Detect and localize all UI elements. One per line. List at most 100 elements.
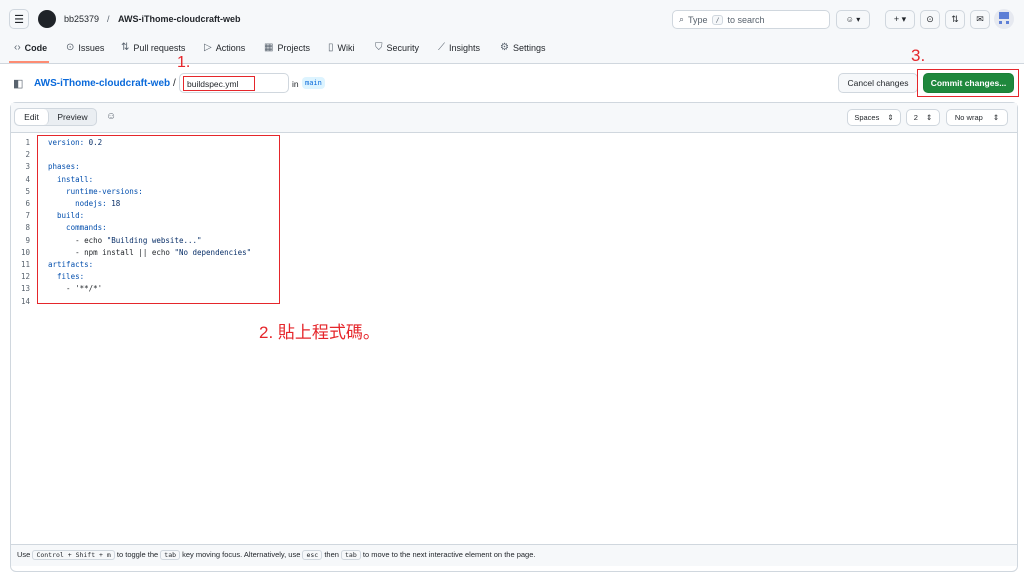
- github-logo-icon[interactable]: [38, 10, 56, 28]
- line-number: 6: [25, 199, 30, 209]
- commit-label: Commit changes...: [930, 78, 1007, 88]
- tab-insights[interactable]: ⟋ Insights: [438, 42, 480, 53]
- line-number: 11: [20, 260, 30, 270]
- table-icon: ▦: [264, 42, 274, 53]
- line-number: 5: [25, 186, 30, 196]
- inbox-button[interactable]: ✉: [970, 10, 990, 29]
- search-text: Type: [688, 14, 708, 25]
- file-tree-toggle-icon[interactable]: ◧: [13, 77, 23, 90]
- branch-badge[interactable]: main: [302, 77, 325, 89]
- play-icon: ▷: [204, 42, 212, 53]
- breadcrumb-separator: /: [173, 78, 176, 89]
- graph-icon: ⟋: [438, 42, 445, 53]
- tab-actions[interactable]: ▷ Actions: [204, 42, 245, 53]
- hint-text: key moving focus. Alternatively, use: [182, 550, 301, 559]
- line-number: 2: [25, 150, 30, 160]
- indent-mode-value: Spaces: [854, 113, 880, 122]
- hint-key: Control + Shift + m: [32, 550, 115, 560]
- copilot-icon[interactable]: ☺: [106, 111, 116, 122]
- preview-label: Preview: [57, 112, 88, 122]
- hamburger-icon: ☰: [14, 13, 24, 26]
- tab-preview[interactable]: Preview: [49, 109, 96, 125]
- tab-label: Insights: [449, 42, 481, 53]
- select-arrows-icon: ⇕: [887, 113, 894, 122]
- issues-button[interactable]: ⊙: [920, 10, 940, 29]
- search-icon: ⌕: [679, 14, 685, 24]
- tab-label: Security: [386, 42, 420, 53]
- app-header: [0, 0, 1024, 64]
- filename-highlight: buildspec.yml: [183, 76, 255, 91]
- copilot-button[interactable]: ☺ ▾: [836, 10, 870, 29]
- line-number: 7: [25, 211, 30, 221]
- indent-mode-select[interactable]: Spaces ⇕: [847, 109, 901, 126]
- tab-label: Wiki: [337, 42, 355, 53]
- annotation-step-2: 2. 貼上程式碼。: [259, 323, 380, 342]
- hint-key: tab: [160, 550, 181, 560]
- tab-projects[interactable]: ▦ Projects: [264, 42, 310, 53]
- annotation-step-3: 3.: [911, 46, 926, 65]
- search-input[interactable]: ⌕ Type / to search: [672, 10, 830, 29]
- avatar[interactable]: [994, 9, 1014, 29]
- tab-pull-requests[interactable]: ⇅ Pull requests: [121, 42, 185, 53]
- breadcrumb-repo-link[interactable]: AWS-iThome-cloudcraft-web: [34, 78, 170, 89]
- separator: /: [107, 14, 110, 24]
- line-number: 1: [25, 138, 30, 147]
- tab-issues[interactable]: ⊙ Issues: [66, 42, 104, 53]
- code-icon: ‹›: [14, 42, 21, 53]
- line-number: 9: [25, 235, 30, 245]
- tab-label: Pull requests: [133, 42, 186, 53]
- line-number: 14: [20, 296, 30, 306]
- plus-icon: + ▾: [893, 14, 907, 24]
- wrap-mode-select[interactable]: No wrap ⇕: [946, 109, 1008, 126]
- tab-code[interactable]: ‹› Code: [14, 42, 47, 53]
- line-number: 10: [20, 247, 30, 257]
- commit-changes-button[interactable]: Commit changes...: [923, 73, 1014, 93]
- line-number: 3: [25, 162, 30, 172]
- search-key: /: [711, 14, 724, 25]
- repo-link[interactable]: AWS-iThome-cloudcraft-web: [118, 14, 241, 24]
- hint-text: to toggle the: [116, 550, 159, 559]
- wrap-mode-value: No wrap: [954, 113, 983, 122]
- filename-value: buildspec.yml: [187, 79, 239, 89]
- indent-size-value: 2: [913, 113, 918, 122]
- owner-link[interactable]: bb25379: [64, 14, 99, 24]
- tab-security[interactable]: ⛉ Security: [375, 42, 419, 53]
- pull-requests-button[interactable]: ⇅: [945, 10, 965, 29]
- tab-label: Projects: [277, 42, 310, 53]
- cancel-label: Cancel changes: [847, 78, 909, 88]
- create-new-button[interactable]: + ▾: [885, 10, 915, 29]
- tab-wiki[interactable]: ▯ Wiki: [328, 42, 355, 53]
- hint-key: esc: [302, 550, 323, 560]
- active-tab-indicator: [9, 61, 49, 63]
- tab-settings[interactable]: ⚙ Settings: [500, 42, 546, 53]
- issue-icon: ⊙: [66, 42, 75, 53]
- tab-label: Code: [24, 42, 48, 53]
- search-text: to search: [727, 14, 765, 25]
- hint-text: to move to the next interactive element …: [362, 550, 536, 559]
- line-numbers: 1 2 3 4 5 6 7 8 9 10 11 12 13 14: [14, 137, 30, 308]
- inbox-icon: ✉: [976, 14, 984, 24]
- select-arrows-icon: ⇕: [925, 113, 933, 122]
- in-label: in: [292, 79, 299, 89]
- hint-text: Use: [17, 550, 31, 559]
- issue-icon: ⊙: [926, 14, 934, 24]
- tab-edit[interactable]: Edit: [15, 109, 49, 125]
- copilot-icon: ☺ ▾: [845, 15, 861, 24]
- line-number: 8: [25, 223, 30, 233]
- hint-text: then: [324, 550, 339, 559]
- cancel-changes-button[interactable]: Cancel changes: [838, 73, 918, 93]
- focus-hint-footer: Use Control + Shift + m to toggle the ta…: [11, 544, 1017, 566]
- line-number: 4: [25, 174, 30, 184]
- edit-preview-toggle: Edit Preview: [14, 108, 97, 126]
- line-number: 12: [20, 272, 30, 282]
- pull-request-icon: ⇅: [121, 42, 130, 53]
- indent-size-select[interactable]: 2 ⇕: [906, 109, 940, 126]
- tab-label: Settings: [512, 42, 546, 53]
- annotation-step-1: 1.: [177, 54, 191, 71]
- menu-button[interactable]: ☰: [9, 9, 29, 29]
- line-number: 13: [20, 284, 30, 294]
- select-arrows-icon: ⇕: [992, 113, 1000, 122]
- tab-label: Actions: [215, 42, 246, 53]
- tab-label: Issues: [78, 42, 105, 53]
- shield-icon: ⛉: [375, 42, 383, 53]
